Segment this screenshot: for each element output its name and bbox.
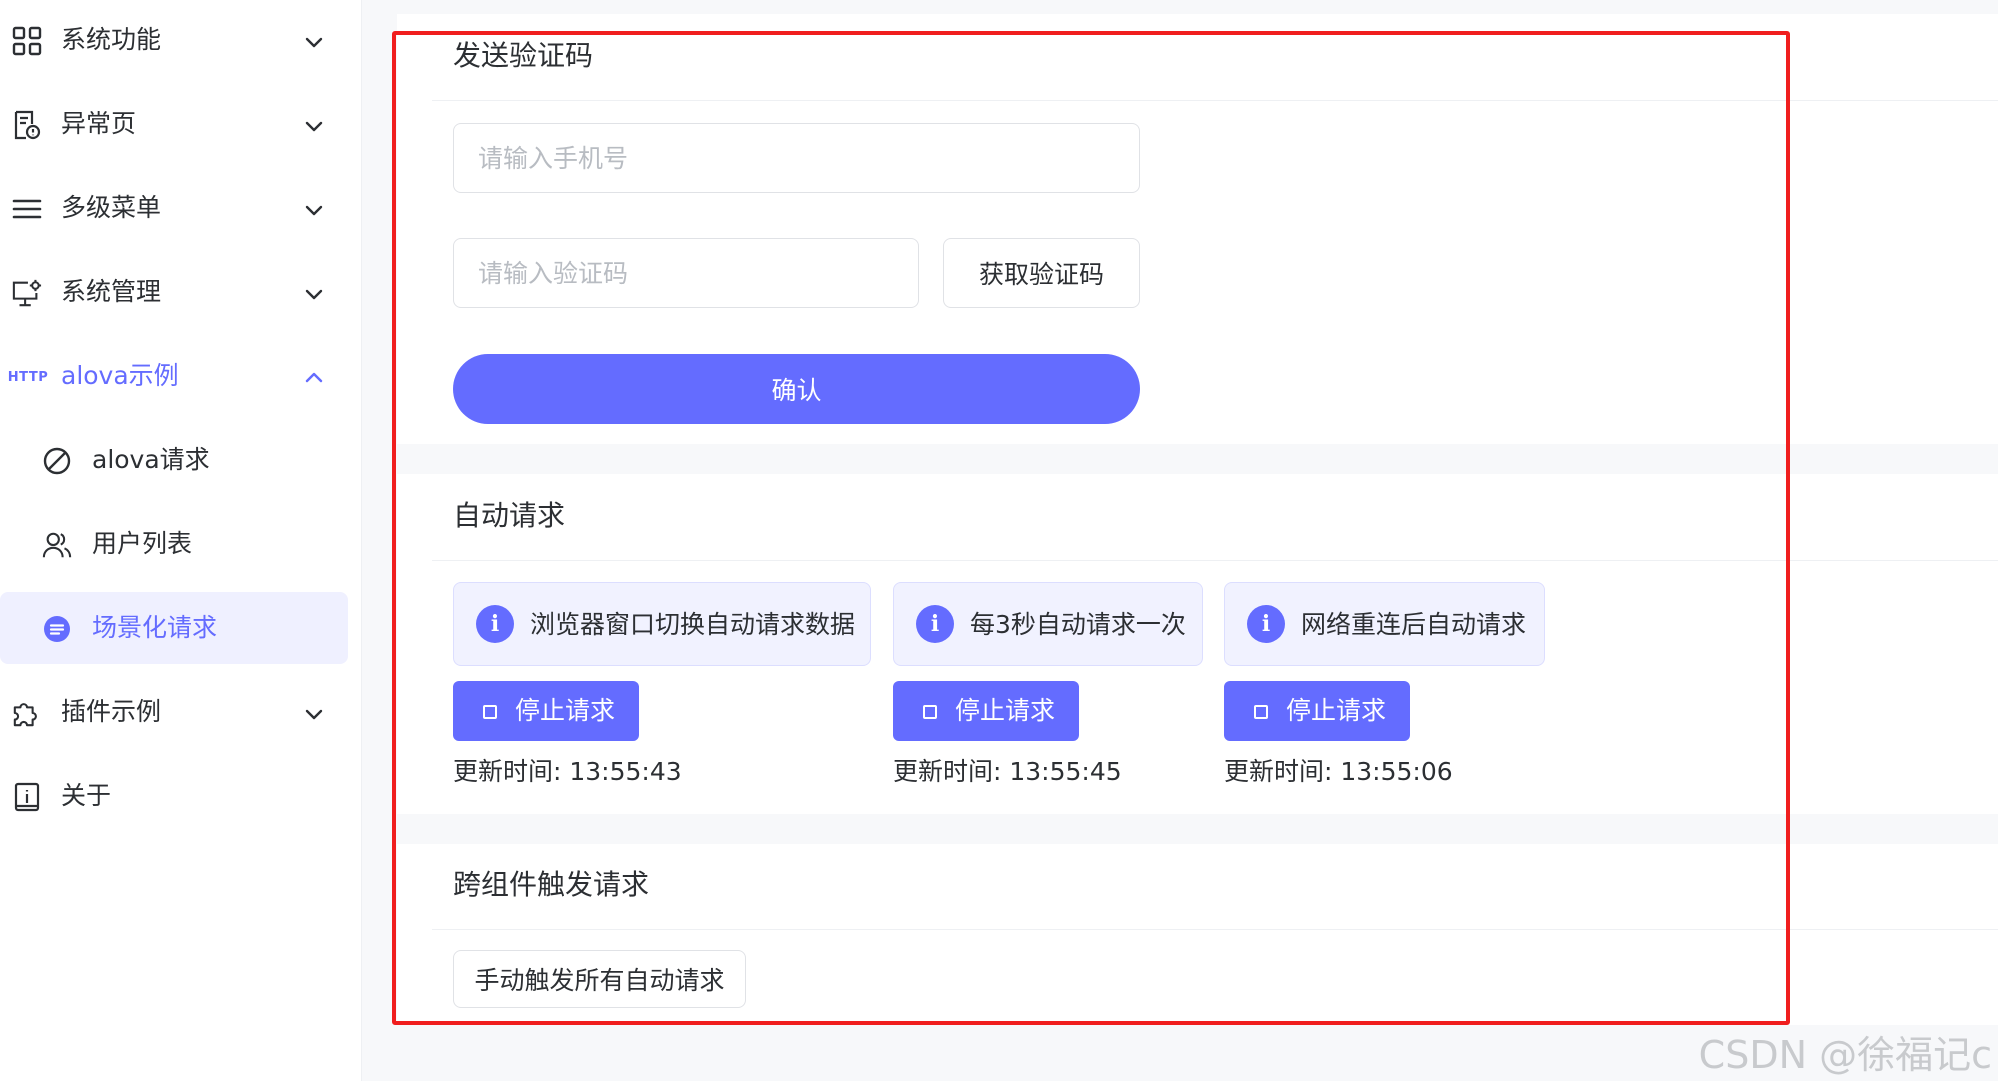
sidebar-item-error-page[interactable]: 异常页 [0, 88, 346, 160]
chevron-down-icon [305, 709, 323, 720]
stop-square-icon [1254, 705, 1268, 719]
sidebar-item-label: 关于 [61, 781, 112, 810]
info-alert: i 浏览器窗口切换自动请求数据 [453, 582, 871, 666]
http-icon: HTTP [7, 369, 49, 385]
card-divider [432, 100, 1998, 101]
button-label: 停止请求 [1286, 696, 1387, 725]
stop-request-button[interactable]: 停止请求 [893, 681, 1079, 741]
error-page-icon [12, 110, 42, 140]
sidebar-item-label: alova请求 [92, 445, 210, 474]
main-content: 发送验证码 获取验证码 确认 自动请求 i 浏览器窗口切换自动请求数据 停止请求… [362, 0, 1998, 1081]
chevron-down-icon [305, 289, 323, 300]
card-title: 发送验证码 [453, 39, 594, 72]
sidebar-item-user-list[interactable]: 用户列表 [0, 508, 346, 580]
stop-square-icon [923, 705, 937, 719]
sidebar-item-system-management[interactable]: 系统管理 [0, 256, 346, 328]
forbidden-circle-icon [42, 446, 72, 476]
info-icon: i [476, 605, 514, 643]
menu-lines-icon [12, 194, 42, 224]
chevron-up-icon [305, 372, 323, 383]
update-time: 更新时间: 13:55:45 [893, 757, 1122, 786]
card-title: 自动请求 [453, 499, 566, 532]
button-label: 停止请求 [955, 696, 1056, 725]
sidebar-item-scenario-request[interactable]: 场景化请求 [0, 592, 348, 664]
sidebar-item-label: 场景化请求 [92, 613, 218, 642]
verify-code-card: 发送验证码 获取验证码 确认 [397, 14, 1998, 444]
cross-component-card: 跨组件触发请求 手动触发所有自动请求 [397, 844, 1998, 1025]
alert-text: 浏览器窗口切换自动请求数据 [530, 610, 856, 639]
alert-text: 网络重连后自动请求 [1301, 610, 1527, 639]
sidebar-item-label: alova示例 [61, 361, 179, 390]
sidebar-item-alova-request[interactable]: alova请求 [0, 424, 346, 496]
list-circle-icon [42, 614, 72, 644]
sidebar-item-about[interactable]: 关于 [0, 760, 346, 832]
stop-request-button[interactable]: 停止请求 [1224, 681, 1410, 741]
watermark: CSDN @徐福记c [1698, 1033, 1992, 1077]
sidebar-item-label: 插件示例 [61, 697, 162, 726]
sidebar-item-system-functions[interactable]: 系统功能 [0, 4, 346, 76]
info-alert: i 网络重连后自动请求 [1224, 582, 1545, 666]
sidebar-item-label: 用户列表 [92, 529, 193, 558]
info-alert: i 每3秒自动请求一次 [893, 582, 1203, 666]
sidebar: 系统功能 异常页 多级菜单 系统管理 HTTP alova示例 alova请求 … [0, 0, 362, 1081]
info-icon: i [1247, 605, 1285, 643]
sidebar-item-alova-examples[interactable]: HTTP alova示例 [0, 340, 346, 412]
phone-input[interactable] [453, 123, 1140, 193]
confirm-button[interactable]: 确认 [453, 354, 1140, 424]
sidebar-item-label: 多级菜单 [61, 193, 162, 222]
sidebar-item-label: 异常页 [61, 109, 137, 138]
users-icon [42, 530, 72, 560]
stop-request-button[interactable]: 停止请求 [453, 681, 639, 741]
grid-icon [12, 26, 42, 56]
puzzle-icon [12, 698, 42, 728]
chevron-down-icon [305, 121, 323, 132]
sidebar-item-label: 系统管理 [61, 277, 162, 306]
auto-request-card: 自动请求 i 浏览器窗口切换自动请求数据 停止请求 更新时间: 13:55:43… [397, 474, 1998, 814]
stop-square-icon [483, 705, 497, 719]
info-book-icon [12, 782, 42, 812]
info-icon: i [916, 605, 954, 643]
button-label: 停止请求 [515, 696, 616, 725]
get-code-button[interactable]: 获取验证码 [943, 238, 1140, 308]
card-divider [432, 929, 1998, 930]
sidebar-item-multi-level-menu[interactable]: 多级菜单 [0, 172, 346, 244]
card-divider [432, 560, 1998, 561]
chevron-down-icon [305, 205, 323, 216]
chevron-down-icon [305, 37, 323, 48]
sidebar-item-plugin-examples[interactable]: 插件示例 [0, 676, 346, 748]
trigger-all-button[interactable]: 手动触发所有自动请求 [453, 950, 746, 1008]
card-title: 跨组件触发请求 [453, 868, 650, 901]
update-time: 更新时间: 13:55:43 [453, 757, 682, 786]
monitor-gear-icon [12, 278, 42, 308]
alert-text: 每3秒自动请求一次 [970, 610, 1186, 639]
sidebar-item-label: 系统功能 [61, 25, 162, 54]
verification-code-input[interactable] [453, 238, 919, 308]
update-time: 更新时间: 13:55:06 [1224, 757, 1453, 786]
